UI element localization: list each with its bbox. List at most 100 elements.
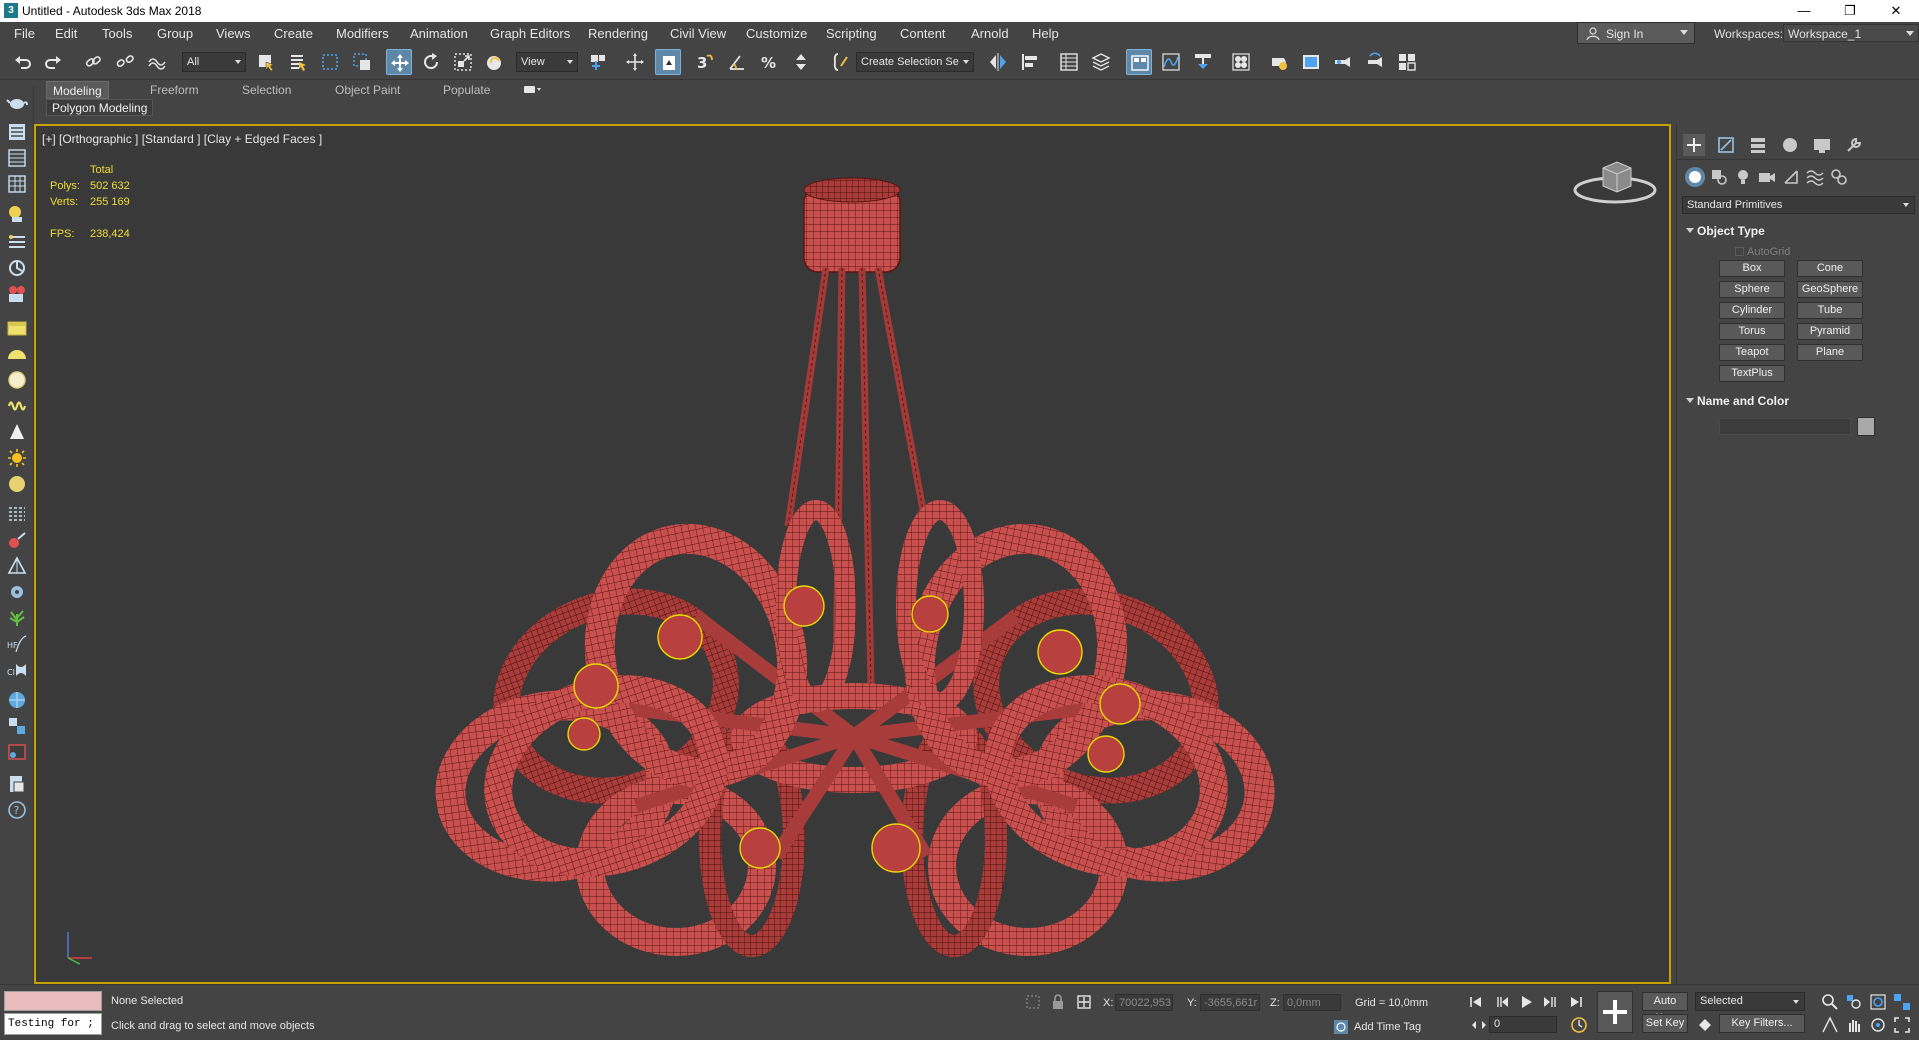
globe-icon[interactable]	[6, 690, 28, 710]
select-move-icon[interactable]	[386, 49, 412, 75]
menu-views[interactable]: Views	[216, 26, 250, 41]
select-by-name-icon[interactable]	[285, 49, 311, 75]
rect-selection-icon[interactable]	[317, 49, 343, 75]
box-primitive-icon[interactable]	[6, 318, 28, 338]
render-iterative-icon[interactable]	[1362, 49, 1388, 75]
menu-animation[interactable]: Animation	[410, 26, 468, 41]
orbit-icon[interactable]	[1869, 1016, 1887, 1034]
pan-hand-icon[interactable]	[1845, 1016, 1863, 1034]
curve-editor-icon[interactable]	[1158, 49, 1184, 75]
gear-icon[interactable]	[6, 582, 28, 602]
go-to-start-icon[interactable]	[1467, 993, 1485, 1011]
scene-explorer-icon[interactable]	[6, 122, 28, 142]
polygon-modeling-panel[interactable]: Polygon Modeling	[46, 99, 154, 116]
hair-fur-icon[interactable]: HF	[6, 634, 28, 654]
restore-icon[interactable]: ❐	[1827, 0, 1873, 22]
helper-icon[interactable]	[6, 556, 28, 576]
menu-civil-view[interactable]: Civil View	[670, 26, 726, 41]
menu-group[interactable]: Group	[157, 26, 193, 41]
zoom-all-icon[interactable]	[1845, 993, 1863, 1011]
mirror-icon[interactable]	[985, 49, 1011, 75]
hemisphere-icon[interactable]	[6, 344, 28, 364]
edit-named-sel-icon[interactable]	[828, 49, 854, 75]
menu-edit[interactable]: Edit	[55, 26, 77, 41]
key-mode-select[interactable]: Selected	[1695, 992, 1805, 1011]
shapes-category-icon[interactable]	[1709, 167, 1729, 187]
object-name-field[interactable]	[1719, 418, 1851, 435]
current-frame-field[interactable]: 0	[1489, 1016, 1557, 1033]
teapot-button[interactable]: Teapot	[1719, 344, 1785, 361]
sphere-icon[interactable]	[6, 370, 28, 390]
selection-filter-select[interactable]: All	[182, 52, 246, 72]
select-place-icon[interactable]	[482, 49, 508, 75]
named-selection-select[interactable]: Create Selection Se	[856, 52, 974, 72]
spinner-snap-icon[interactable]	[788, 49, 814, 75]
pyramid-button[interactable]: Pyramid	[1797, 323, 1863, 340]
tape-measure-icon[interactable]	[6, 530, 28, 550]
cone-icon[interactable]	[6, 422, 28, 442]
torus-button[interactable]: Torus	[1719, 323, 1785, 340]
object-color-swatch[interactable]	[1857, 417, 1875, 436]
a360-render-icon[interactable]	[1394, 49, 1420, 75]
menu-content[interactable]: Content	[900, 26, 946, 41]
maxscript-listener-input[interactable]: Testing for ;	[4, 1013, 102, 1035]
hierarchy-tab-icon[interactable]	[1747, 134, 1769, 156]
menu-scripting[interactable]: Scripting	[826, 26, 877, 41]
undo-icon[interactable]	[10, 49, 36, 75]
document-icon[interactable]	[6, 774, 28, 794]
foliage-icon[interactable]	[6, 608, 28, 628]
light-bulb-icon[interactable]	[6, 204, 28, 224]
bind-spacewarp-icon[interactable]	[144, 49, 170, 75]
modify-tab-icon[interactable]	[1715, 134, 1737, 156]
link-icon[interactable]	[80, 49, 106, 75]
display-tab-icon[interactable]	[1811, 134, 1833, 156]
y-coord-field[interactable]: -3655,661r	[1200, 994, 1260, 1011]
previous-frame-icon[interactable]	[1492, 993, 1510, 1011]
select-scale-icon[interactable]	[450, 49, 476, 75]
ribbon-tab-object-paint[interactable]: Object Paint	[329, 81, 406, 99]
ribbon-tab-selection[interactable]: Selection	[236, 81, 297, 99]
layer-explorer-icon[interactable]	[1088, 49, 1114, 75]
viewport-orthographic[interactable]: [+] [Orthographic ] [Standard ] [Clay + …	[34, 124, 1671, 984]
teapot-icon[interactable]	[6, 92, 28, 112]
light-list-icon[interactable]	[6, 232, 28, 252]
help-icon[interactable]: ?	[6, 800, 28, 820]
sun-icon[interactable]	[6, 448, 28, 468]
cone-button[interactable]: Cone	[1797, 260, 1863, 277]
hierarchy-icon[interactable]	[6, 716, 28, 736]
spacewarps-category-icon[interactable]	[1805, 167, 1825, 187]
isolate-selection-icon[interactable]	[1025, 994, 1041, 1010]
next-frame-icon[interactable]	[1542, 993, 1560, 1011]
viewcube[interactable]	[1573, 154, 1663, 214]
utilities-tab-icon[interactable]	[1843, 134, 1865, 156]
set-keys-big-button[interactable]	[1597, 991, 1633, 1033]
rendered-frame-icon[interactable]	[1298, 49, 1324, 75]
unlink-icon[interactable]	[112, 49, 138, 75]
motion-tab-icon[interactable]	[1779, 134, 1801, 156]
plane-button[interactable]: Plane	[1797, 344, 1863, 361]
key-filter-icon[interactable]	[1695, 1016, 1715, 1034]
x-coord-field[interactable]: 70022,953	[1115, 994, 1173, 1011]
menu-create[interactable]: Create	[274, 26, 313, 41]
scene-explorer-icon[interactable]	[1056, 49, 1082, 75]
align-icon[interactable]	[1017, 49, 1043, 75]
select-object-icon[interactable]	[253, 49, 279, 75]
reference-coord-select[interactable]: View	[516, 52, 578, 72]
zoom-extents-icon[interactable]	[1869, 993, 1887, 1011]
render-frame-icon[interactable]	[6, 742, 28, 762]
primitive-category-select[interactable]: Standard Primitives	[1682, 196, 1915, 214]
helpers-category-icon[interactable]	[1781, 167, 1801, 187]
layer-manager-icon[interactable]	[6, 148, 28, 168]
select-manipulate-icon[interactable]	[622, 49, 648, 75]
geosphere-button[interactable]: GeoSphere	[1797, 281, 1863, 298]
menu-rendering[interactable]: Rendering	[588, 26, 648, 41]
keyboard-shortcut-icon[interactable]	[655, 49, 681, 75]
geosphere-icon[interactable]	[6, 474, 28, 494]
menu-tools[interactable]: Tools	[102, 26, 132, 41]
name-and-color-rollout[interactable]: Name and Color	[1681, 392, 1916, 410]
menu-customize[interactable]: Customize	[746, 26, 807, 41]
object-type-rollout[interactable]: Object Type	[1681, 222, 1916, 240]
table-grid-icon[interactable]	[6, 174, 28, 194]
cylinder-button[interactable]: Cylinder	[1719, 302, 1785, 319]
film-camera-icon[interactable]	[6, 284, 28, 304]
